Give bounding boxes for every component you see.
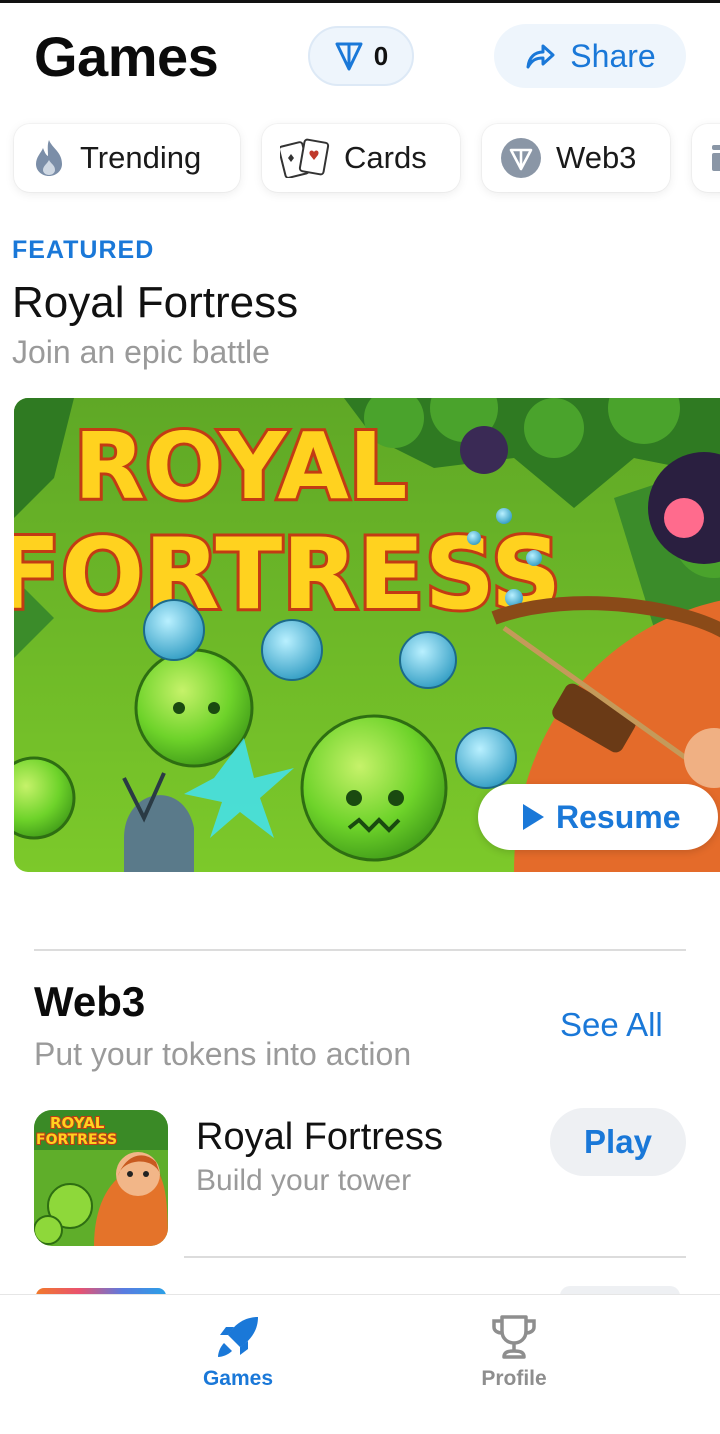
ton-diamond-icon	[335, 42, 363, 71]
chip-label: Trending	[80, 140, 202, 175]
rocket-icon	[218, 1317, 258, 1357]
bottom-nav: Games Profile	[0, 1294, 720, 1434]
chip-trending[interactable]: Trending	[14, 124, 240, 192]
list-divider	[184, 1256, 686, 1258]
thumb-title-line1: ROYAL	[50, 1114, 105, 1132]
resume-label: Resume	[556, 798, 681, 835]
playing-cards-icon	[280, 138, 330, 178]
ton-diamond-icon	[501, 138, 541, 178]
nav-label: Profile	[481, 1367, 547, 1390]
share-arrow-icon	[526, 44, 555, 69]
thumb-title-line2: FORTRESS	[36, 1132, 117, 1148]
share-button[interactable]: Share	[494, 24, 686, 88]
flame-icon	[36, 140, 62, 176]
game-description: Build your tower	[196, 1164, 412, 1197]
balance-pill[interactable]: 0	[308, 26, 414, 86]
share-label: Share	[570, 37, 656, 74]
balance-value: 0	[373, 40, 389, 71]
page-title: Games	[34, 25, 219, 88]
play-icon	[523, 804, 544, 830]
featured-title: Royal Fortress	[12, 278, 299, 327]
chip-web3[interactable]: Web3	[482, 124, 670, 192]
game-thumbnail: ROYAL FORTRESS	[34, 1110, 168, 1246]
see-all-link[interactable]: See All	[560, 1006, 663, 1044]
banner-title-line1: ROYAL	[74, 413, 407, 520]
resume-button[interactable]: Resume	[478, 784, 718, 850]
chip-label: Web3	[556, 140, 637, 175]
chip-cards[interactable]: Cards	[262, 124, 460, 192]
header: Games 0 Share	[0, 0, 720, 110]
nav-item-profile[interactable]: Profile	[444, 1313, 584, 1391]
section-divider	[34, 949, 686, 951]
featured-subtitle: Join an epic battle	[12, 334, 270, 370]
game-thumbnail-art: ROYAL FORTRESS	[34, 1110, 168, 1246]
nav-item-games[interactable]: Games	[168, 1313, 308, 1391]
play-button[interactable]: Play	[550, 1108, 686, 1176]
featured-label: FEATURED	[12, 236, 155, 264]
game-name: Royal Fortress	[196, 1116, 444, 1158]
category-chips: Trending Cards Web3	[0, 124, 720, 194]
chip-more[interactable]	[692, 124, 720, 192]
trophy-icon	[492, 1315, 536, 1359]
partial-chip-icon	[712, 145, 720, 171]
section-title: Web3	[34, 978, 146, 1025]
section-subtitle: Put your tokens into action	[34, 1036, 412, 1072]
game-list-item[interactable]: ROYAL FORTRESS Royal Fortress Build your…	[0, 1108, 720, 1248]
chip-label: Cards	[344, 140, 427, 175]
nav-label: Games	[202, 1367, 274, 1390]
